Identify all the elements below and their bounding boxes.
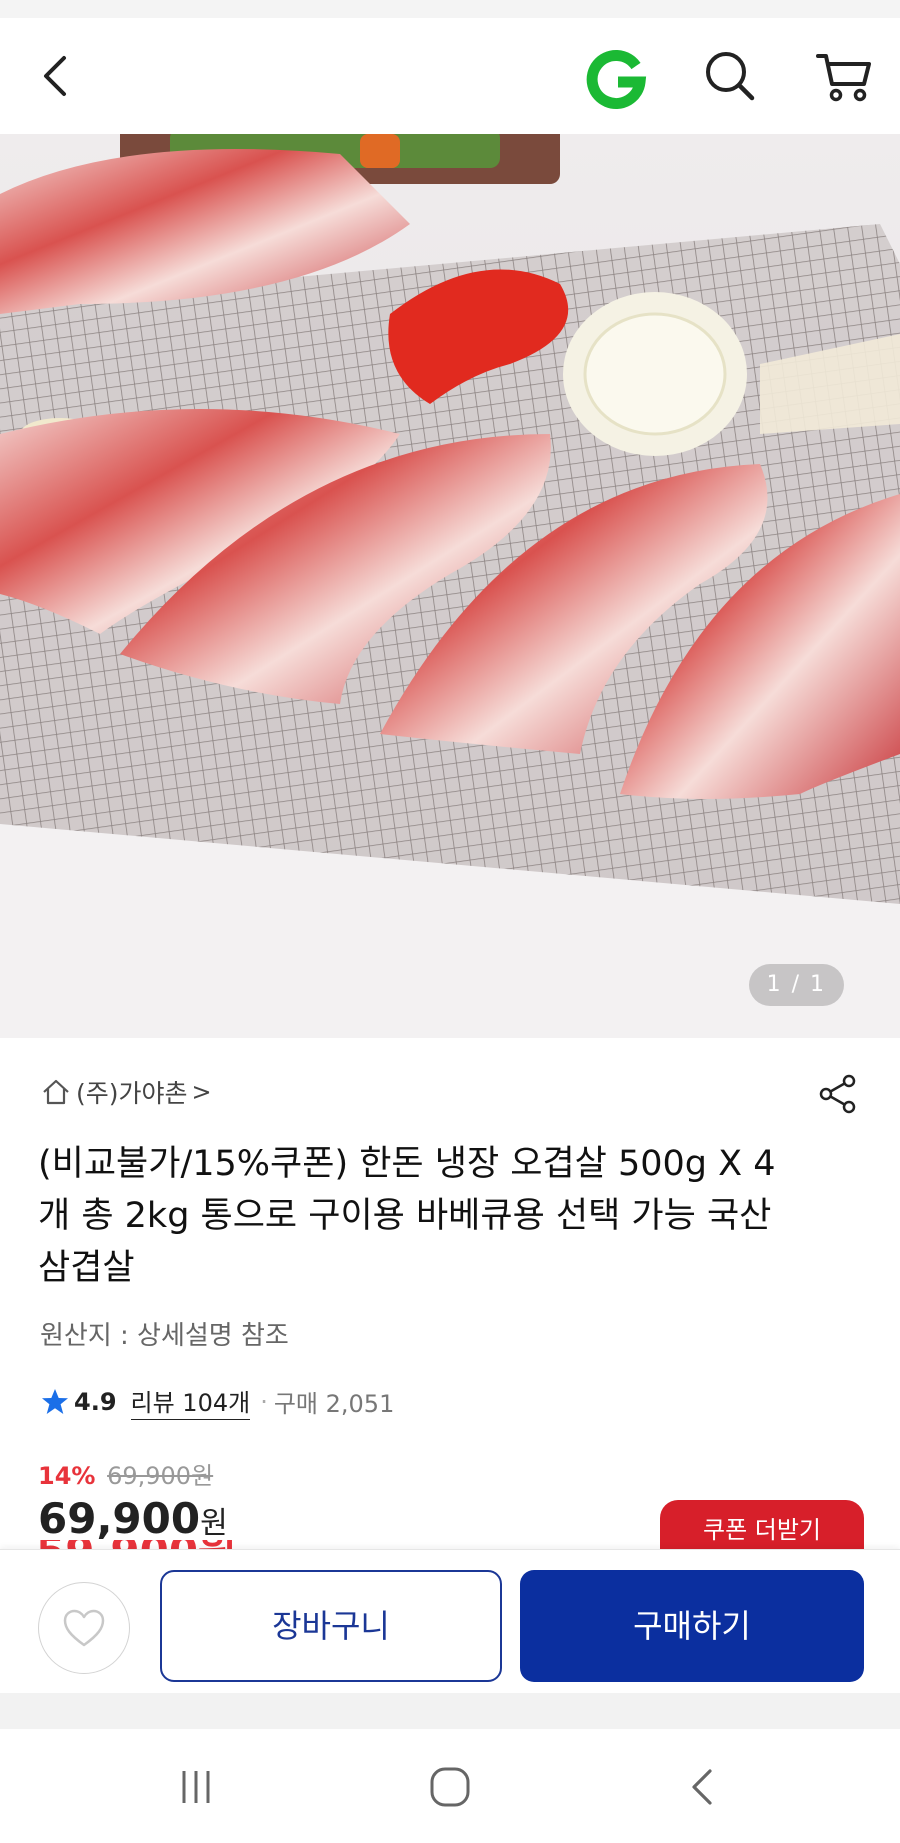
home-button-icon[interactable] — [428, 1765, 472, 1809]
gmarket-logo-icon[interactable] — [584, 46, 648, 110]
share-icon[interactable] — [816, 1072, 860, 1116]
rating-row: 4.9 리뷰 104개 · 구매 2,051 — [40, 1383, 394, 1420]
price: 69,900원 — [38, 1494, 228, 1543]
original-price: 69,900원 — [107, 1462, 214, 1490]
origin-text: 원산지 : 상세설명 참조 — [40, 1321, 289, 1351]
rating-score: 4.9 — [74, 1387, 117, 1416]
heart-icon — [63, 1609, 105, 1647]
discount-row: 14% 69,900원 — [38, 1456, 213, 1491]
seller-name: (주)가야촌 — [76, 1079, 188, 1108]
wishlist-button[interactable] — [38, 1582, 130, 1674]
add-to-cart-button[interactable]: 장바구니 — [160, 1570, 502, 1682]
recent-apps-icon[interactable] — [176, 1767, 216, 1807]
separator-dot: · — [260, 1387, 268, 1416]
star-icon — [42, 1388, 68, 1414]
price-unit: 원 — [200, 1506, 228, 1541]
buy-now-button[interactable]: 구매하기 — [520, 1570, 864, 1682]
status-bar-strip — [0, 0, 900, 18]
cart-icon[interactable] — [812, 44, 876, 108]
bottom-action-bar: 장바구니 구매하기 — [0, 1549, 900, 1693]
system-nav-bar — [0, 1729, 900, 1843]
back-icon[interactable] — [684, 1765, 720, 1809]
chevron-left-icon[interactable] — [30, 48, 86, 104]
coupon-button[interactable]: 쿠폰 더받기 — [660, 1500, 864, 1556]
image-counter: 1 / 1 — [748, 964, 844, 1006]
grey-band — [0, 1693, 900, 1729]
home-icon — [43, 1079, 69, 1105]
review-link[interactable]: 리뷰 104개 — [130, 1383, 251, 1420]
purchase-count: 구매 2,051 — [273, 1390, 395, 1418]
product-image[interactable]: 1 / 1 — [0, 134, 900, 1038]
seller-chevron: > — [191, 1078, 212, 1106]
top-app-bar — [0, 18, 900, 134]
search-icon[interactable] — [700, 46, 760, 106]
seller-link[interactable]: (주)가야촌 > — [40, 1074, 212, 1110]
price-number: 69,900 — [38, 1494, 201, 1543]
product-title: (비교불가/15%쿠폰) 한돈 냉장 오겹살 500g X 4개 총 2kg 통… — [38, 1144, 776, 1288]
discount-percent: 14% — [38, 1462, 96, 1490]
